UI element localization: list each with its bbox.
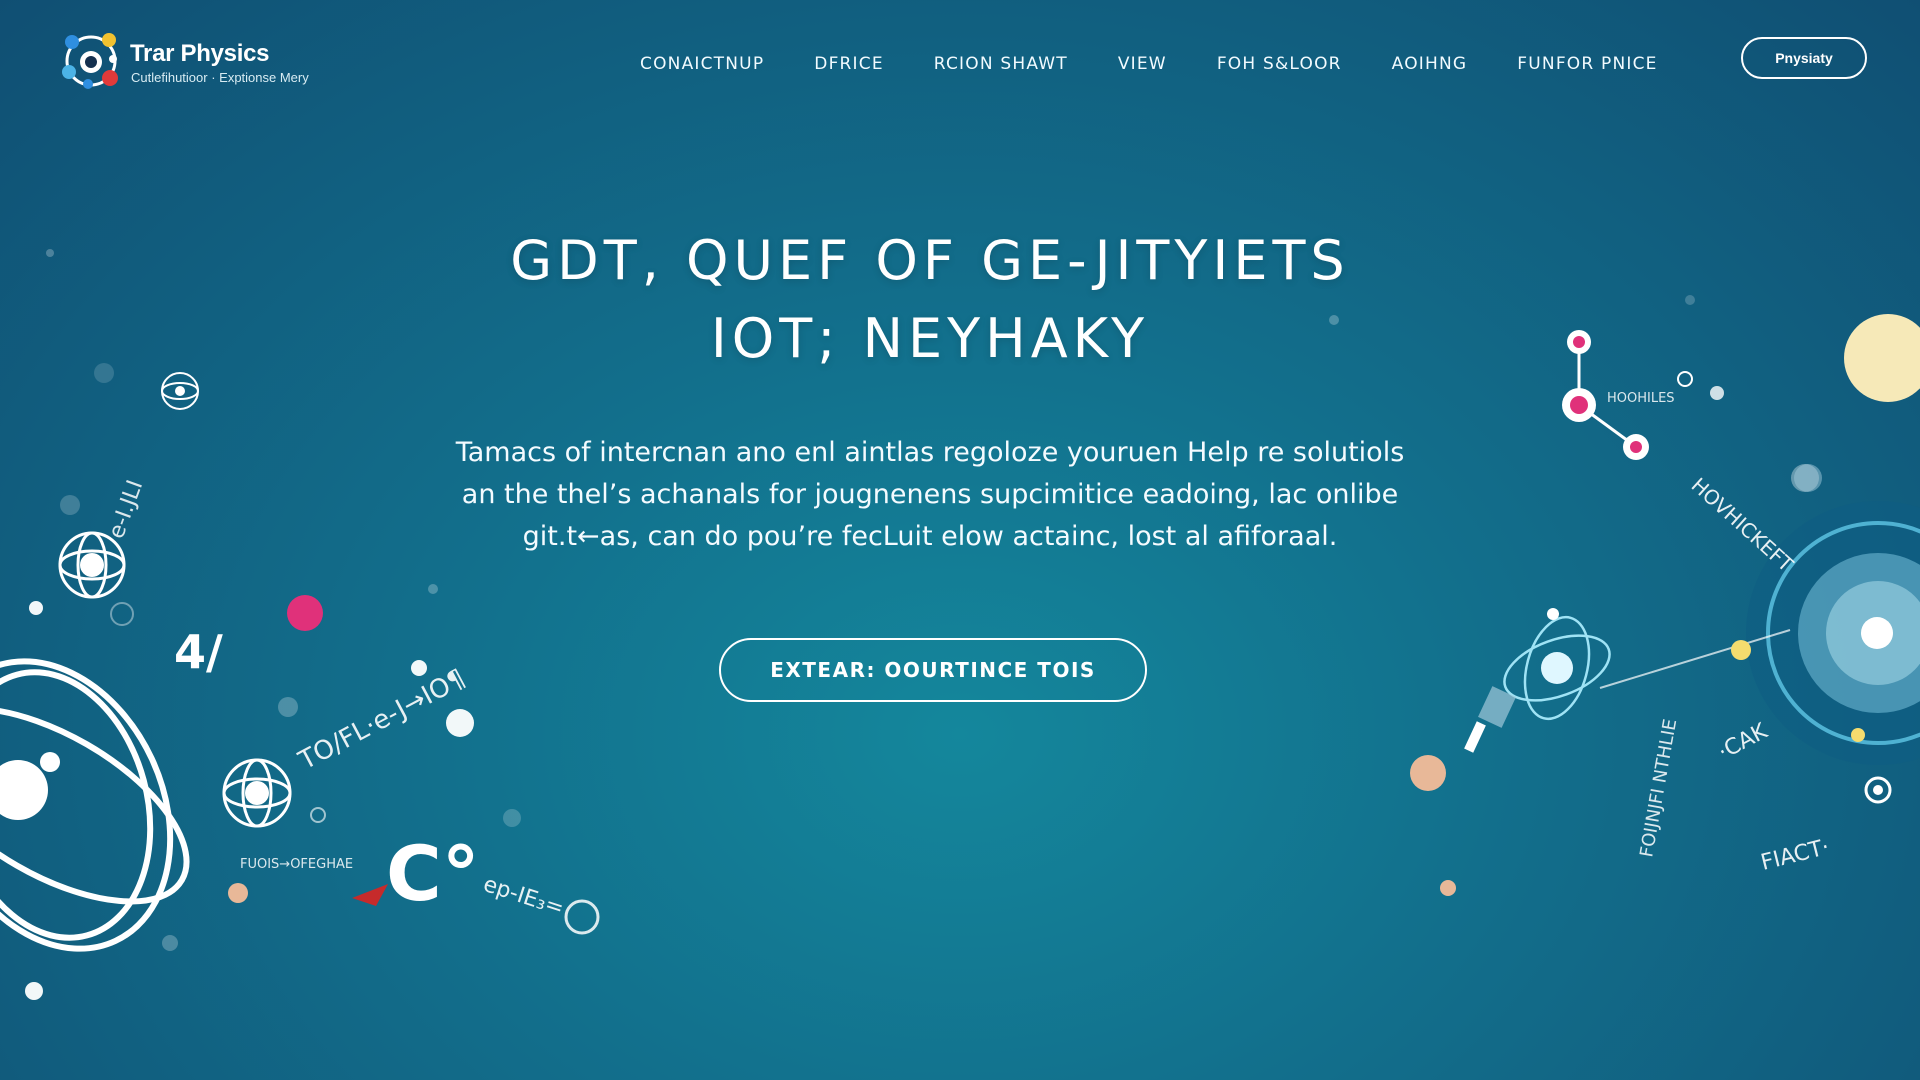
- decor-label-arc: e-I.JLI: [104, 477, 148, 542]
- nav-item-1[interactable]: CONAICTNUP: [640, 54, 764, 74]
- decor-label-glyph: 4/: [174, 625, 223, 679]
- nav-item-7[interactable]: FUNFOR PNICE: [1517, 54, 1657, 74]
- decor-label-fact: FIACT·: [1758, 835, 1832, 876]
- nav-item-6[interactable]: AOIHNG: [1392, 54, 1468, 74]
- brand-tagline: Cutlefihutioor · Exptionse Mery: [131, 70, 309, 85]
- brand-name: Trar Physics: [130, 40, 270, 67]
- peach-planet: [1410, 755, 1446, 791]
- planet-orbit-icon: [1599, 501, 1920, 804]
- hero-description-line-3: git.t←as, can do pou’re fecLuit elow act…: [522, 521, 1338, 552]
- nav-item-3[interactable]: RCION SHAWT: [934, 54, 1068, 74]
- site-header: Trar Physics Cutlefihutioor · Exptionse …: [0, 0, 1920, 120]
- peach-particle: [228, 883, 248, 903]
- atom-orbit-icon: [1503, 608, 1611, 721]
- decor-label-eq: ep-IE₃=: [480, 872, 567, 921]
- decor-label-vert: FOIJNJFI NTHLIE: [1636, 717, 1681, 859]
- atom-logo-icon: [62, 33, 118, 89]
- red-arrow-icon: [352, 884, 388, 906]
- decor-label-ca: ·CAK: [1714, 719, 1772, 766]
- satellite-icon: [1794, 464, 1822, 492]
- sun-icon: [1844, 314, 1920, 402]
- molecule-icon: [1562, 330, 1724, 460]
- hero-description-line-1: Tamacs of intercnan ano enl aintlas rego…: [455, 437, 1405, 468]
- hero-description: Tamacs of intercnan ano enl aintlas rego…: [330, 432, 1530, 558]
- hero-title-line-1: GDT, QUEF OF GE-JITYIETS: [510, 229, 1350, 292]
- probe-icon: [1464, 686, 1516, 753]
- decor-label-formula: TO/FL·e-J→IO¶: [293, 663, 470, 776]
- header-cta-button[interactable]: Pnysiaty: [1741, 37, 1867, 79]
- hero-description-line-2: an the thel’s achanals for jougnenens su…: [461, 479, 1399, 510]
- decor-label-co: C°: [386, 829, 480, 918]
- hero-title: GDT, QUEF OF GE-JITYIETS IOT; NEYHAKY: [380, 222, 1480, 378]
- nav-item-2[interactable]: DFRICE: [814, 54, 884, 74]
- decor-label-diag: HOVHICKEFT: [1687, 473, 1799, 577]
- hero-title-line-2: IOT; NEYHAKY: [710, 307, 1150, 370]
- pink-particle: [287, 595, 323, 631]
- peach-particle: [1440, 880, 1456, 896]
- atom-orbit-icon: [0, 658, 190, 952]
- nav-item-5[interactable]: FOH S&LOOR: [1217, 54, 1342, 74]
- nav-item-4[interactable]: VIEW: [1118, 54, 1167, 74]
- right-formula-labels: HOOHILES HOVHICKEFT FOIJNJFI NTHLIE ·CAK…: [1607, 391, 1832, 876]
- brand-logo[interactable]: Trar Physics Cutlefihutioor · Exptionse …: [58, 28, 358, 98]
- decor-label-small: FUOIS→OFEGHAE: [240, 857, 353, 872]
- decor-label-small-right: HOOHILES: [1607, 391, 1675, 406]
- main-navigation: CONAICTNUP DFRICE RCION SHAWT VIEW FOH S…: [640, 48, 1708, 80]
- hero-cta-button[interactable]: EXTEAR: OOURTINCE TOIS: [719, 638, 1147, 702]
